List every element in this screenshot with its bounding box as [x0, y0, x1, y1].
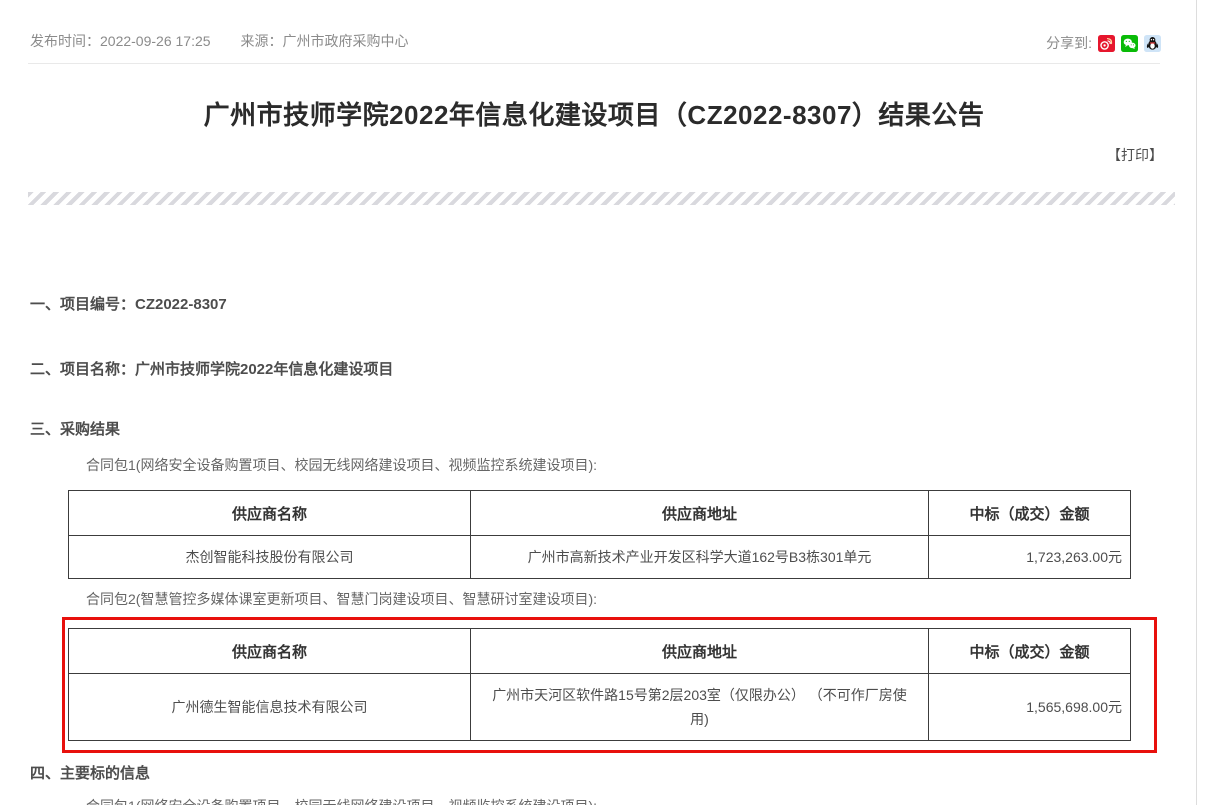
- cutoff-package1-intro: 合同包1(网络安全设备购置项目、校园无线网络建设项目、视频监控系统建设项目):: [86, 796, 597, 805]
- package2-intro: 合同包2(智慧管控多媒体课室更新项目、智慧门岗建设项目、智慧研讨室建设项目):: [86, 589, 597, 609]
- share-bar: 分享到:: [1046, 33, 1161, 53]
- header-award-amount: 中标（成交）金额: [929, 629, 1131, 674]
- header-award-amount: 中标（成交）金额: [929, 491, 1131, 536]
- publish-time-value: 2022-09-26 17:25: [100, 33, 211, 49]
- cell-supplier-address: 广州市高新技术产业开发区科学大道162号B3栋301单元: [471, 536, 929, 579]
- wechat-icon[interactable]: [1121, 35, 1138, 52]
- announcement-page: 发布时间：2022-09-26 17:25 来源：广州市政府采购中心 分享到:: [0, 0, 1218, 805]
- header-supplier-address: 供应商地址: [471, 491, 929, 536]
- section-project-number: 一、项目编号：CZ2022-8307: [30, 293, 227, 314]
- section-procurement-result: 三、采购结果: [30, 418, 120, 439]
- weibo-icon[interactable]: [1098, 35, 1115, 52]
- cell-award-amount: 1,565,698.00元: [929, 674, 1131, 741]
- package1-result-table: 供应商名称 供应商地址 中标（成交）金额 杰创智能科技股份有限公司 广州市高新技…: [68, 490, 1131, 579]
- hatched-divider: [28, 192, 1175, 205]
- meta-bar: 发布时间：2022-09-26 17:25 来源：广州市政府采购中心: [30, 31, 409, 51]
- table-header-row: 供应商名称 供应商地址 中标（成交）金额: [69, 629, 1131, 674]
- table-row: 广州德生智能信息技术有限公司 广州市天河区软件路15号第2层203室（仅限办公）…: [69, 674, 1131, 741]
- header-supplier-address: 供应商地址: [471, 629, 929, 674]
- header-divider: [28, 63, 1160, 64]
- content-right-border: [1196, 0, 1197, 805]
- package1-intro: 合同包1(网络安全设备购置项目、校园无线网络建设项目、视频监控系统建设项目):: [86, 455, 597, 475]
- header-supplier-name: 供应商名称: [69, 629, 471, 674]
- table-header-row: 供应商名称 供应商地址 中标（成交）金额: [69, 491, 1131, 536]
- table-row: 杰创智能科技股份有限公司 广州市高新技术产业开发区科学大道162号B3栋301单…: [69, 536, 1131, 579]
- header-supplier-name: 供应商名称: [69, 491, 471, 536]
- print-button[interactable]: 【打印】: [1107, 145, 1163, 165]
- source-value: 广州市政府采购中心: [283, 33, 409, 49]
- section-project-name: 二、项目名称：广州市技师学院2022年信息化建设项目: [30, 358, 393, 379]
- cell-supplier-address: 广州市天河区软件路15号第2层203室（仅限办公） （不可作厂房使用): [471, 674, 929, 741]
- cell-supplier-name: 广州德生智能信息技术有限公司: [69, 674, 471, 741]
- cell-supplier-name: 杰创智能科技股份有限公司: [69, 536, 471, 579]
- source-label: 来源：: [241, 33, 283, 49]
- page-title: 广州市技师学院2022年信息化建设项目（CZ2022-8307）结果公告: [28, 95, 1160, 132]
- cell-award-amount: 1,723,263.00元: [929, 536, 1131, 579]
- section-main-subject-info: 四、主要标的信息: [30, 762, 150, 783]
- publish-time-label: 发布时间：: [30, 33, 100, 49]
- share-label: 分享到:: [1046, 33, 1092, 53]
- package2-result-table: 供应商名称 供应商地址 中标（成交）金额 广州德生智能信息技术有限公司 广州市天…: [68, 628, 1131, 741]
- qq-icon[interactable]: [1144, 35, 1161, 52]
